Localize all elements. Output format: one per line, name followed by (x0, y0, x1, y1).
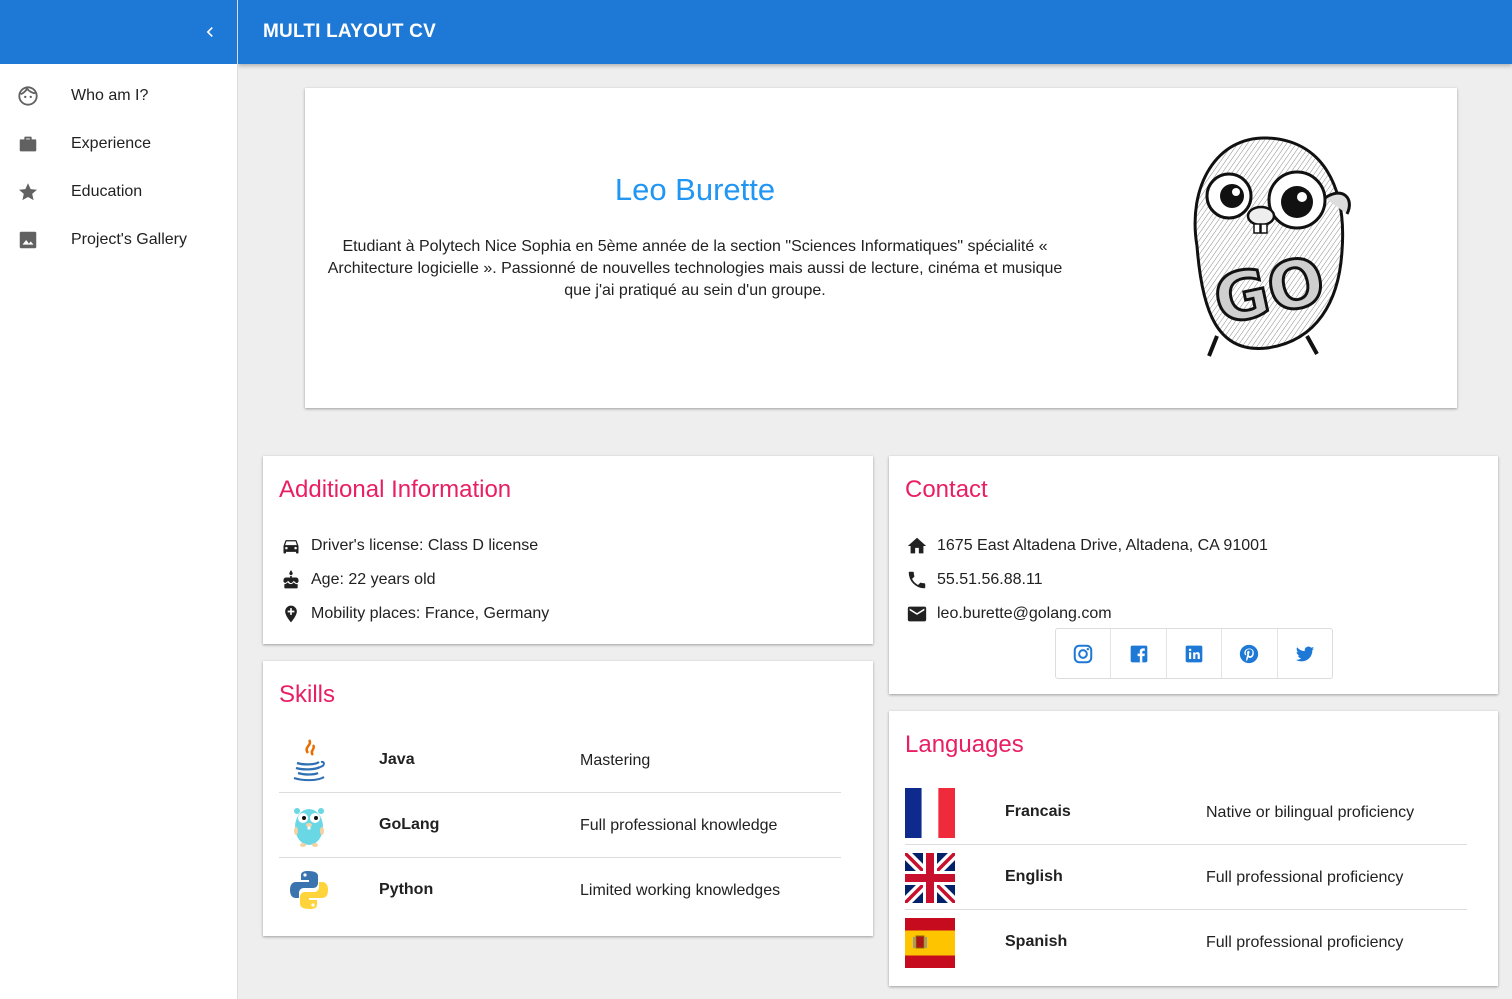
instagram-icon (1073, 644, 1093, 663)
sidebar-drawer: Who am I? Experience Education Project's… (0, 0, 238, 999)
age-text: Age: 22 years old (311, 571, 436, 588)
skill-name: Python (379, 881, 434, 898)
list-item: 55.51.56.88.11 (905, 563, 1268, 597)
sidebar-item-label: Experience (71, 135, 152, 152)
language-level: Native or bilingual proficiency (1206, 804, 1415, 821)
skill-name: Java (379, 751, 415, 768)
twitter-button[interactable] (1278, 629, 1332, 678)
skills-card: Skills Java Mastering GoLang Full profes… (263, 661, 873, 936)
facebook-icon (1130, 645, 1147, 662)
pinterest-icon (1240, 644, 1259, 663)
additional-info-title: Additional Information (279, 476, 512, 503)
skills-table: Java Mastering GoLang Full professional … (279, 728, 841, 923)
briefcase-icon (16, 132, 40, 156)
add-location-icon (279, 602, 303, 626)
instagram-button[interactable] (1056, 629, 1112, 678)
sidebar-item-label: Education (71, 183, 143, 200)
linkedin-icon (1185, 645, 1203, 662)
list-item: 1675 East Altadena Drive, Altadena, CA 9… (905, 529, 1268, 563)
contact-list: 1675 East Altadena Drive, Altadena, CA 9… (905, 529, 1268, 631)
additional-info-list: Driver's license: Class D license Age: 2… (279, 529, 549, 631)
spain-flag-icon (905, 918, 955, 968)
app-bar: MULTI LAYOUT CV (238, 0, 1512, 64)
profile-card: Leo Burette Etudiant à Polytech Nice Sop… (305, 88, 1457, 408)
table-row: Francais Native or bilingual proficiency (905, 780, 1467, 845)
list-item: Mobility places: France, Germany (279, 597, 549, 631)
table-row: GoLang Full professional knowledge (279, 793, 841, 858)
language-level: Full professional proficiency (1206, 934, 1404, 951)
list-item: Age: 22 years old (279, 563, 549, 597)
profile-bio: Etudiant à Polytech Nice Sophia en 5ème … (327, 238, 1063, 299)
skill-level: Limited working knowledges (580, 882, 781, 899)
linkedin-button[interactable] (1167, 629, 1223, 678)
facebook-button[interactable] (1111, 629, 1167, 678)
languages-card: Languages Francais Native or bilingual p… (889, 711, 1498, 986)
language-name: Spanish (1005, 933, 1068, 950)
social-links-bar (1055, 628, 1333, 679)
contact-title: Contact (905, 476, 988, 503)
uk-flag-icon (901, 849, 959, 907)
sidebar-item-label: Project's Gallery (71, 231, 187, 248)
table-row: Spanish Full professional proficiency (905, 910, 1467, 975)
drivers-license-text: Driver's license: Class D license (311, 537, 539, 554)
star-icon (16, 180, 40, 204)
phone-icon (905, 568, 929, 592)
sidebar-item-label: Who am I? (71, 87, 149, 104)
sidebar-header (0, 0, 237, 64)
sidebar-item-experience[interactable]: Experience (0, 120, 237, 168)
skills-title: Skills (279, 681, 336, 708)
languages-title: Languages (905, 731, 1024, 758)
skill-level: Mastering (580, 752, 651, 769)
language-name: Francais (1005, 803, 1071, 820)
language-name: English (1005, 868, 1063, 885)
email-link[interactable]: leo.burette@golang.com (937, 605, 1112, 623)
sidebar-item-education[interactable]: Education (0, 168, 237, 216)
additional-info-card: Additional Information Driver's license:… (263, 456, 873, 644)
table-row: English Full professional proficiency (901, 845, 1467, 910)
table-row: Python Limited working knowledges (279, 858, 841, 923)
twitter-icon (1295, 646, 1314, 661)
gopher-avatar-image: GO (1157, 126, 1357, 366)
home-icon (905, 534, 929, 558)
collapse-sidebar-button[interactable] (196, 18, 224, 46)
image-icon (16, 228, 40, 252)
python-logo-icon (285, 866, 333, 914)
languages-table: Francais Native or bilingual proficiency… (901, 780, 1467, 975)
sidebar-item-projects-gallery[interactable]: Project's Gallery (0, 216, 237, 264)
cake-icon (279, 568, 303, 592)
sidebar-item-who-am-i[interactable]: Who am I? (0, 72, 237, 120)
address-text: 1675 East Altadena Drive, Altadena, CA 9… (937, 537, 1268, 554)
profile-name: Leo Burette (614, 172, 776, 207)
sidebar-nav: Who am I? Experience Education Project's… (0, 64, 237, 264)
table-row: Java Mastering (279, 728, 841, 793)
app-title: MULTI LAYOUT CV (263, 21, 436, 42)
mail-icon (905, 602, 929, 626)
skill-level: Full professional knowledge (580, 817, 778, 834)
language-level: Full professional proficiency (1206, 869, 1404, 886)
phone-text: 55.51.56.88.11 (937, 571, 1043, 588)
golang-gopher-icon (285, 801, 333, 849)
java-logo-icon (285, 736, 333, 784)
list-item: Driver's license: Class D license (279, 529, 549, 563)
france-flag-icon (905, 788, 955, 838)
skill-name: GoLang (379, 816, 440, 833)
face-icon (16, 84, 40, 108)
contact-card: Contact 1675 East Altadena Drive, Altade… (889, 456, 1498, 694)
pinterest-button[interactable] (1222, 629, 1278, 678)
list-item: leo.burette@golang.com (905, 597, 1268, 631)
car-icon (279, 534, 303, 558)
chevron-left-icon (206, 27, 213, 37)
mobility-text: Mobility places: France, Germany (311, 605, 550, 622)
